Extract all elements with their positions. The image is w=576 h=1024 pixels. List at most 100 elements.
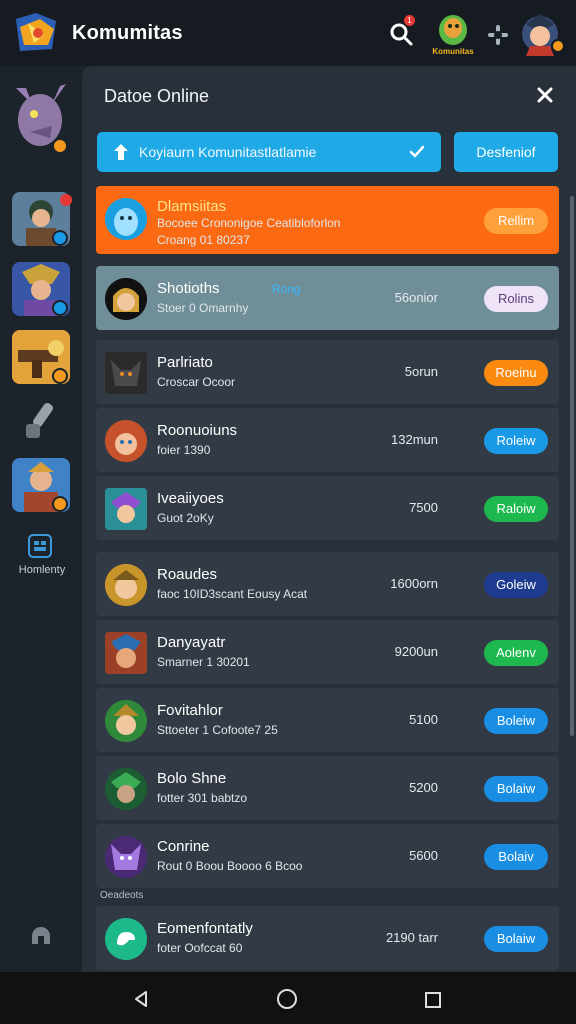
- recents-icon[interactable]: [425, 992, 441, 1008]
- list-item-meta: 2190 tarr: [385, 930, 438, 945]
- list-item-name: Iveaiiyoes: [157, 490, 224, 507]
- list-item[interactable]: Iveaiiyoes Guot 2oKy 7500 Raloiw: [96, 476, 559, 540]
- list-item-meta: 5600: [409, 848, 438, 863]
- list-item-sub: Bocoee Crononigoe Ceatibloforlon: [157, 216, 341, 230]
- list-item-sub: Stoer 0 Omarnhy: [157, 301, 249, 315]
- search-input-text: Koyiaurn Komunitastlatlamie: [139, 144, 317, 160]
- section-label: Oeadeots: [100, 890, 144, 901]
- system-nav-bar: [0, 972, 576, 1024]
- row-action-button[interactable]: Roleiw: [484, 428, 548, 454]
- list-item-name: Shotioths: [157, 280, 220, 297]
- list-item-tag: Rong: [272, 282, 301, 296]
- online-panel: Datoe Online Koyiaurn Komunitastlatlamie…: [82, 66, 576, 972]
- sidebar-item-hero[interactable]: [12, 458, 70, 512]
- sidebar-item-tool[interactable]: [12, 394, 70, 448]
- sidebar-badge: [52, 138, 68, 154]
- row-action-button[interactable]: Roeinu: [484, 360, 548, 386]
- list-item-name: Danyayatr: [157, 634, 226, 651]
- list-item-name: Fovitahlor: [157, 702, 223, 719]
- sidebar-label: Homlenty: [18, 564, 66, 576]
- sidebar-alert-dot: [60, 194, 72, 206]
- list-item-meta: 5orun: [404, 364, 438, 379]
- avatar: [105, 352, 147, 394]
- row-action-button[interactable]: Boleiw: [484, 708, 548, 734]
- sidebar-item-dragon[interactable]: [12, 80, 70, 160]
- list-item-meta: 5200: [409, 780, 438, 795]
- list-item-sub: Smarner 1 30201: [157, 655, 250, 669]
- top-bar: Komumitas 1 Komunitas: [0, 0, 576, 66]
- row-action-button[interactable]: Goleiw: [484, 572, 548, 598]
- home-icon[interactable]: [277, 989, 297, 1009]
- avatar: [105, 836, 147, 878]
- sidebar-badge: [52, 368, 68, 384]
- search-button[interactable]: Desfeniof: [454, 132, 558, 172]
- list-item[interactable]: Roonuoiuns foier 1390 132mun Roleiw: [96, 408, 559, 472]
- user-avatar[interactable]: [518, 10, 566, 56]
- row-action-button[interactable]: Bolaiw: [484, 926, 548, 952]
- list-item-sub: faoc 10ID3scant Eousy Acat: [157, 587, 308, 601]
- list-item-name: Roaudes: [157, 566, 218, 583]
- avatar: [105, 632, 147, 674]
- list-item-meta: 132mun: [391, 432, 438, 447]
- list-item[interactable]: Dlamsiitas Bocoee Crononigoe Ceatiblofor…: [96, 186, 559, 254]
- list-item-meta: 1600orn: [390, 576, 438, 591]
- list-item[interactable]: Parlriato Croscar Ocoor 5orun Roeinu: [96, 340, 559, 404]
- check-icon: [409, 144, 425, 160]
- list-item-meta: 9200un: [394, 644, 438, 659]
- list-item-name: Eomenfontatly: [157, 920, 253, 937]
- list-item-sub: Guot 2oKy: [157, 511, 214, 525]
- avatar: [105, 564, 147, 606]
- list-item[interactable]: Danyayatr Smarner 1 30201 9200un Aolenv: [96, 620, 559, 684]
- avatar: [105, 768, 147, 810]
- game-logo[interactable]: Komunitas: [428, 12, 478, 56]
- app-title: Komumitas: [72, 22, 183, 44]
- community-icon: [111, 142, 131, 162]
- sidebar-item-gunner[interactable]: [12, 330, 70, 384]
- avatar: [105, 198, 147, 240]
- list-item-sub: foter Oofccat 60: [157, 941, 243, 955]
- list-item-meta: 5100: [409, 712, 438, 727]
- list-item-name: Dlamsiitas: [157, 198, 227, 215]
- list-item-sub: Rout 0 Boou Boooo 6 Bcoo: [157, 859, 303, 873]
- app-logo[interactable]: [10, 9, 62, 57]
- row-action-button[interactable]: Rellim: [484, 208, 548, 234]
- row-action-button[interactable]: Bolaiv: [484, 844, 548, 870]
- sidebar: Homlenty: [0, 66, 84, 972]
- row-action-button[interactable]: Bolaiw: [484, 776, 548, 802]
- list-item-meta: 56onior: [394, 290, 438, 305]
- list-item[interactable]: Bolo Shne fotter 301 babtzo 5200 Bolaiw: [96, 756, 559, 820]
- sidebar-item-mage[interactable]: [12, 262, 70, 316]
- avatar: [105, 420, 147, 462]
- row-action-button[interactable]: Rolins: [484, 286, 548, 312]
- connect-icon[interactable]: [485, 22, 511, 48]
- list-item-sub2: Croang 01 80237: [157, 233, 250, 247]
- row-action-button[interactable]: Raloiw: [484, 496, 548, 522]
- list-item[interactable]: Roaudes faoc 10ID3scant Eousy Acat 1600o…: [96, 552, 559, 616]
- back-icon[interactable]: [132, 990, 150, 1008]
- dashboard-icon[interactable]: [28, 534, 52, 558]
- list-item-sub: Croscar Ocoor: [157, 375, 236, 389]
- panel-title: Datoe Online: [104, 86, 210, 106]
- list-item[interactable]: Fovitahlor Sttoeter 1 Cofoote7 25 5100 B…: [96, 688, 559, 752]
- list-item-name: Bolo Shne: [157, 770, 227, 787]
- list-item-name: Conrine: [157, 838, 210, 855]
- avatar: [105, 700, 147, 742]
- close-icon[interactable]: [534, 84, 556, 106]
- helmet-icon[interactable]: [30, 924, 52, 946]
- sidebar-badge: [52, 230, 68, 246]
- list-item[interactable]: Shotioths Rong Stoer 0 Omarnhy 56onior R…: [96, 266, 559, 330]
- list-item-name: Roonuoiuns: [157, 422, 238, 439]
- community-search-input[interactable]: Koyiaurn Komunitastlatlamie: [97, 132, 441, 172]
- sidebar-badge: [52, 496, 68, 512]
- avatar: [105, 278, 147, 320]
- scrollbar[interactable]: [570, 196, 574, 736]
- list-item[interactable]: Eomenfontatly foter Oofccat 60 2190 tarr…: [96, 906, 559, 970]
- list-item-name: Parlriato: [157, 354, 213, 371]
- notification-badge: 1: [404, 15, 415, 26]
- row-action-button[interactable]: Aolenv: [484, 640, 548, 666]
- list-item-meta: 7500: [409, 500, 438, 515]
- list-item-sub: Sttoeter 1 Cofoote7 25: [157, 723, 278, 737]
- sidebar-badge: [52, 300, 68, 316]
- list-item[interactable]: Conrine Rout 0 Boou Boooo 6 Bcoo 5600 Bo…: [96, 824, 559, 888]
- game-logo-text: Komunitas: [432, 47, 474, 56]
